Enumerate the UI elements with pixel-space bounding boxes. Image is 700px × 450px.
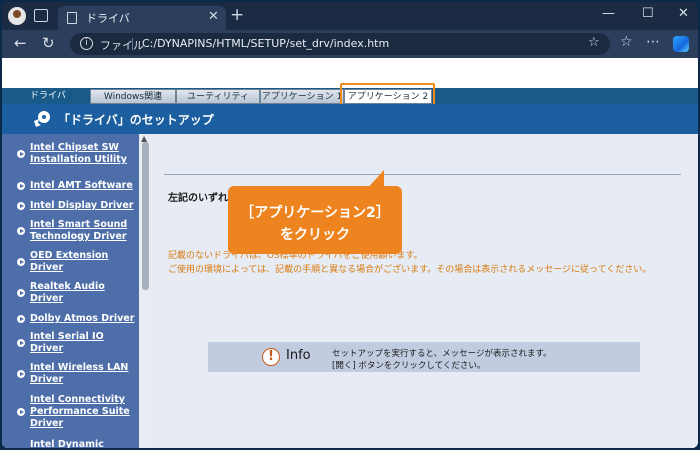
arrow-bullet-icon: [17, 258, 25, 266]
tab-actions-icon[interactable]: [34, 9, 48, 22]
minimize-icon[interactable]: —: [602, 6, 615, 21]
arrow-bullet-icon: [17, 202, 25, 210]
instruction-callout: ［アプリケーション2］ をクリック: [228, 186, 402, 254]
lead-text: 左記のいずれ: [168, 193, 228, 204]
sidebar-link[interactable]: Dolby Atmos Driver: [30, 313, 136, 325]
page-content: ドライバ Windows関連 ユーティリティ アプリケーション 1 アプリケーシ…: [2, 58, 698, 448]
exclamation-icon: !: [262, 348, 280, 366]
sidebar-link[interactable]: Intel Wireless LAN Driver: [30, 362, 136, 386]
sidebar-link[interactable]: Intel Display Driver: [30, 200, 136, 212]
scrollbar-thumb[interactable]: [142, 142, 149, 290]
main-panel: 左記のいずれ 記載のないドライバは、OS標準のドライバをご使用願います。 ご使用…: [152, 134, 698, 448]
tab-utility[interactable]: ユーティリティ: [176, 89, 260, 104]
tab-bar: ドライバ ✕ + — ☐ ✕: [2, 2, 698, 30]
address-bar[interactable]: i ファイル C:/DYNAPINS/HTML/SETUP/set_drv/in…: [70, 33, 610, 55]
info-box: ! Info セットアップを実行すると、メッセージが表示されます。 [開く] ボ…: [208, 342, 640, 372]
favorite-star-icon[interactable]: ☆: [588, 35, 600, 50]
new-tab-icon[interactable]: +: [230, 5, 244, 25]
favorites-icon[interactable]: ☆: [620, 34, 633, 50]
sidebar-link[interactable]: Intel Serial IO Driver: [30, 331, 136, 355]
arrow-bullet-icon: [17, 408, 25, 416]
tab-title: ドライバ: [86, 12, 130, 25]
url-text[interactable]: C:/DYNAPINS/HTML/SETUP/set_drv/index.htm: [142, 37, 389, 50]
url-separator: [132, 38, 133, 50]
arrow-bullet-icon: [17, 315, 25, 323]
arrow-bullet-icon: [17, 150, 25, 158]
more-icon[interactable]: ⋯: [646, 34, 660, 50]
arrow-bullet-icon: [17, 182, 25, 190]
site-info-icon[interactable]: i: [80, 37, 93, 50]
info-text: セットアップを実行すると、メッセージが表示されます。: [332, 349, 552, 359]
close-tab-icon[interactable]: ✕: [208, 9, 219, 24]
sidebar-link[interactable]: OED Extension Driver: [30, 250, 136, 274]
browser-window: ドライバ ✕ + — ☐ ✕ ← ↻ i ファイル C:/DYNAPINS/HT…: [2, 2, 698, 448]
callout-text: ［アプリケーション2］: [240, 205, 390, 221]
tab-driver[interactable]: ドライバ: [2, 89, 90, 104]
info-text: [開く] ボタンをクリックしてください。: [332, 361, 486, 371]
url-scheme-label: ファイル: [100, 39, 144, 52]
sidebar-link[interactable]: Realtek Audio Driver: [30, 281, 136, 305]
sidebar-link[interactable]: Intel AMT Software: [30, 180, 136, 192]
refresh-icon[interactable]: ↻: [42, 34, 55, 52]
page-header: 「ドライバ」のセットアップ: [2, 104, 698, 134]
setup-disc-icon: [34, 111, 50, 127]
sidebar-link[interactable]: Intel Connectivity Performance Suite Dri…: [30, 394, 136, 430]
browser-tab[interactable]: ドライバ ✕: [58, 6, 226, 30]
arrow-bullet-icon: [17, 289, 25, 297]
profile-avatar[interactable]: [8, 7, 26, 25]
sidebar-scrollbar[interactable]: ▲: [139, 134, 152, 448]
divider: [164, 174, 681, 175]
maximize-icon[interactable]: ☐: [642, 6, 654, 21]
arrow-bullet-icon: [17, 227, 25, 235]
info-label: Info: [286, 348, 311, 363]
page-icon: [67, 12, 77, 24]
close-window-icon[interactable]: ✕: [678, 6, 689, 21]
address-toolbar: ← ↻ i ファイル C:/DYNAPINS/HTML/SETUP/set_dr…: [2, 30, 698, 58]
tab-application-1[interactable]: アプリケーション 1: [260, 89, 344, 104]
callout-text: をクリック: [280, 227, 350, 243]
arrow-bullet-icon: [17, 339, 25, 347]
page-title: 「ドライバ」のセットアップ: [58, 113, 214, 127]
back-icon[interactable]: ←: [14, 34, 27, 52]
copilot-icon[interactable]: [673, 36, 689, 52]
sidebar-link[interactable]: Intel Smart Sound Technology Driver: [30, 219, 136, 243]
sidebar-link[interactable]: Intel Dynamic: [30, 439, 136, 448]
sidebar-link[interactable]: Intel Chipset SW Installation Utility: [30, 142, 136, 166]
tab-windows[interactable]: Windows関連: [90, 89, 176, 104]
arrow-bullet-icon: [17, 370, 25, 378]
driver-sidebar: Intel Chipset SW Installation Utility In…: [2, 134, 152, 448]
note-line: ご使用の環境によっては、記載の手順と異なる場合がございます。その場合は表示される…: [168, 265, 652, 275]
